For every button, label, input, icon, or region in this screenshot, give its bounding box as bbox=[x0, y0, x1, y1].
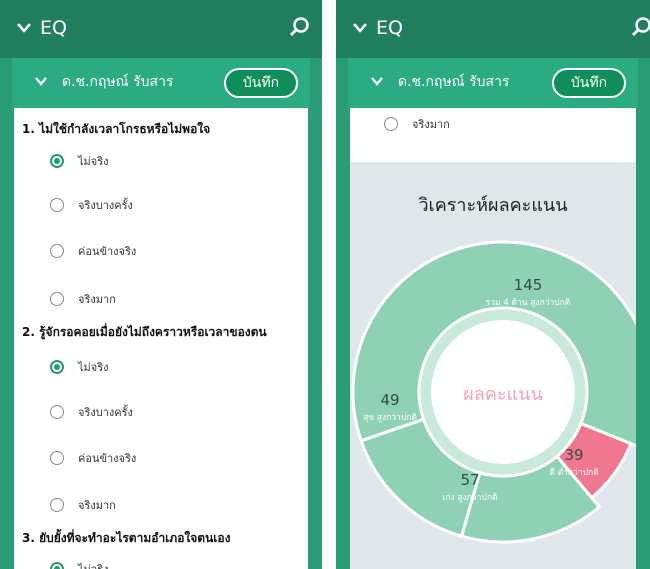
option-label: ไม่จริง bbox=[78, 560, 109, 569]
radio-selected-icon bbox=[50, 562, 64, 569]
option-label: จริงบางครั้ง bbox=[78, 199, 133, 212]
score-analysis-panel: วิเคราะห์ผลคะแนน ผลคะแนน 145 รวม 4 ด้าน สู… bbox=[350, 162, 636, 569]
app-title: EQ bbox=[376, 17, 403, 39]
questionnaire: 1. ไม่ใช้กำลังเวลาโกรธหรือไม่พอใจ ไม่จริ… bbox=[14, 108, 308, 569]
app-bar: EQ bbox=[336, 0, 650, 58]
option[interactable]: จริงมาก bbox=[384, 115, 450, 133]
frame-right bbox=[308, 58, 322, 569]
segment-value: 49 bbox=[380, 391, 399, 409]
student-bar: ด.ช.กฤษณ์ รับสาร บันทึก bbox=[348, 58, 638, 108]
option-label: ไม่จริง bbox=[78, 155, 109, 168]
segment-label: ดี ต่ำกว่าปกติ bbox=[549, 466, 598, 478]
option[interactable]: จริงบางครั้ง bbox=[50, 403, 133, 421]
app-title-toggle[interactable]: EQ bbox=[16, 17, 67, 39]
segment-value: 145 bbox=[514, 276, 543, 294]
option[interactable]: ไม่จริง bbox=[50, 152, 109, 170]
option-label: ค่อนข้างจริง bbox=[78, 245, 137, 258]
question-1: 1. ไม่ใช้กำลังเวลาโกรธหรือไม่พอใจ bbox=[22, 122, 211, 136]
option-label: ไม่จริง bbox=[78, 361, 109, 374]
option[interactable]: จริงบางครั้ง bbox=[50, 196, 133, 214]
frame-right bbox=[636, 58, 650, 569]
student-toggle[interactable]: ด.ช.กฤษณ์ รับสาร bbox=[34, 71, 173, 93]
segment-label: สุข สูงกว่าปกติ bbox=[363, 413, 417, 423]
student-toggle[interactable]: ด.ช.กฤษณ์ รับสาร bbox=[370, 71, 509, 93]
option[interactable]: ค่อนข้างจริง bbox=[50, 449, 136, 467]
chevron-down-icon bbox=[352, 17, 368, 39]
option-label: จริงมาก bbox=[78, 499, 116, 512]
chevron-down-icon bbox=[34, 74, 48, 90]
chevron-down-icon bbox=[370, 74, 384, 90]
radio-icon bbox=[50, 244, 64, 258]
app-bar: EQ bbox=[0, 0, 322, 58]
option[interactable]: ไม่จริง bbox=[50, 358, 109, 376]
radio-icon bbox=[50, 292, 64, 306]
option[interactable]: จริงมาก bbox=[50, 290, 116, 308]
radio-icon bbox=[50, 405, 64, 419]
option-label: จริงบางครั้ง bbox=[78, 406, 133, 419]
option-label: จริงมาก bbox=[412, 118, 450, 131]
student-name: ด.ช.กฤษณ์ รับสาร bbox=[62, 74, 174, 90]
chevron-down-icon bbox=[16, 17, 32, 39]
segment-value: 39 bbox=[564, 446, 583, 464]
radio-selected-icon bbox=[50, 360, 64, 374]
frame-left bbox=[336, 58, 350, 569]
app-title-toggle[interactable]: EQ bbox=[352, 17, 403, 39]
search-icon[interactable] bbox=[630, 16, 650, 42]
center-label: ผลคะแนน bbox=[463, 384, 543, 405]
right-screen: EQ ด.ช.กฤษณ์ รับสาร บันทึก จริงมาก วิเคร… bbox=[336, 0, 650, 569]
option[interactable]: ไม่จริง bbox=[50, 560, 109, 569]
left-screen: EQ ด.ช.กฤษณ์ รับสาร บันทึก 1. ไม่ใช้กำลั… bbox=[0, 0, 322, 569]
radio-icon bbox=[384, 117, 398, 131]
question-3: 3. ยับยั้งที่จะทำอะไรตามอำเภอใจตนเอง bbox=[22, 531, 231, 545]
search-icon[interactable] bbox=[288, 16, 310, 42]
app-title: EQ bbox=[40, 17, 67, 39]
option[interactable]: ค่อนข้างจริง bbox=[50, 242, 136, 260]
segment-value: 57 bbox=[460, 471, 479, 489]
save-button[interactable]: บันทึก bbox=[224, 68, 298, 98]
segment-label: รวม 4 ด้าน สูงกว่าปกติ bbox=[486, 297, 571, 308]
option[interactable]: จริงมาก bbox=[50, 496, 116, 514]
radio-icon bbox=[50, 451, 64, 465]
save-button[interactable]: บันทึก bbox=[552, 68, 626, 98]
student-bar: ด.ช.กฤษณ์ รับสาร บันทึก bbox=[12, 58, 310, 108]
option-label: จริงมาก bbox=[78, 293, 116, 306]
questionnaire-tail: จริงมาก bbox=[350, 108, 636, 162]
radio-selected-icon bbox=[50, 154, 64, 168]
radio-icon bbox=[50, 198, 64, 212]
option-label: ค่อนข้างจริง bbox=[78, 452, 137, 465]
segment-label: เก่ง สูงกว่าปกติ bbox=[443, 493, 498, 503]
student-name: ด.ช.กฤษณ์ รับสาร bbox=[398, 74, 510, 90]
radio-icon bbox=[50, 498, 64, 512]
frame-left bbox=[0, 58, 14, 569]
question-2: 2. รู้จักรอคอยเมื่อยังไม่ถึงคราวหรือเวลา… bbox=[22, 325, 267, 339]
score-donut-chart: ผลคะแนน 145 รวม 4 ด้าน สูงกว่าปกติ 49 สุข สู… bbox=[351, 240, 636, 544]
